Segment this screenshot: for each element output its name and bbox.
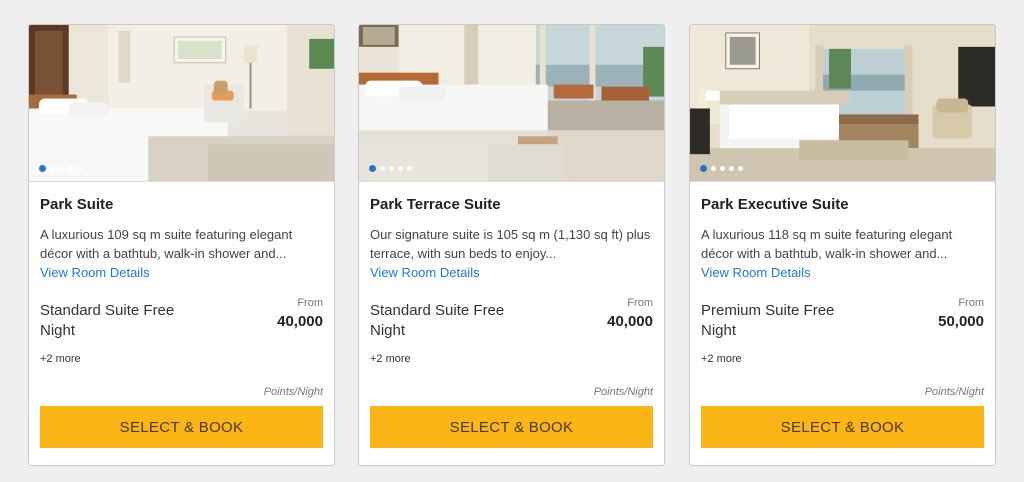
carousel-dot[interactable] [729,166,734,171]
rate-row: Standard Suite Free Night From 40,000 [40,297,323,352]
room-photo-carousel[interactable] [29,25,334,182]
more-rates-link[interactable]: +2 more [701,352,984,366]
view-room-details-link[interactable]: View Room Details [701,263,984,282]
carousel-dot[interactable] [59,166,64,171]
carousel-dots[interactable] [39,165,82,172]
carousel-dots[interactable] [369,165,412,172]
points-per-night-label: Points/Night [593,386,653,398]
room-name: Park Executive Suite [701,196,849,213]
carousel-dot[interactable] [389,166,394,171]
room-name: Park Terrace Suite [370,196,501,213]
carousel-dot[interactable] [39,165,46,172]
carousel-dot[interactable] [738,166,743,171]
view-room-details-link[interactable]: View Room Details [370,263,653,282]
carousel-dot[interactable] [720,166,725,171]
carousel-dot[interactable] [380,166,385,171]
room-description: Our signature suite is 105 sq m (1,130 s… [370,227,651,261]
select-and-book-button[interactable]: SELECT & BOOK [40,406,323,448]
rate-name: Premium Suite Free Night [701,302,835,339]
room-name: Park Suite [40,196,114,213]
carousel-dot[interactable] [369,165,376,172]
room-photo [690,25,995,181]
points-price: 40,000 [277,313,323,330]
room-description: A luxurious 109 sq m suite featuring ele… [40,227,293,261]
room-photo-carousel[interactable] [359,25,664,182]
from-label: From [958,297,984,309]
carousel-dot[interactable] [50,166,55,171]
view-room-details-link[interactable]: View Room Details [40,263,323,282]
room-description: A luxurious 118 sq m suite featuring ele… [701,227,953,261]
carousel-dot[interactable] [77,166,82,171]
more-rates-link[interactable]: +2 more [40,352,323,366]
room-photo [359,25,664,181]
points-price: 40,000 [607,313,653,330]
carousel-dot[interactable] [700,165,707,172]
carousel-dots[interactable] [700,165,743,172]
rate-name: Standard Suite Free Night [40,302,175,339]
rate-name: Standard Suite Free Night [370,302,505,339]
room-card-park-suite: Park Suite A luxurious 109 sq m suite fe… [28,24,335,466]
points-per-night-label: Points/Night [924,386,984,398]
more-rates-link[interactable]: +2 more [370,352,653,366]
room-card-park-executive-suite: Park Executive Suite A luxurious 118 sq … [689,24,996,466]
from-label: From [627,297,653,309]
carousel-dot[interactable] [398,166,403,171]
carousel-dot[interactable] [68,166,73,171]
select-and-book-button[interactable]: SELECT & BOOK [701,406,984,448]
from-label: From [297,297,323,309]
select-and-book-button[interactable]: SELECT & BOOK [370,406,653,448]
room-photo-carousel[interactable] [690,25,995,182]
room-photo [29,25,334,181]
rate-row: Premium Suite Free Night From 50,000 [701,297,984,352]
rate-row: Standard Suite Free Night From 40,000 [370,297,653,352]
points-price: 50,000 [938,313,984,330]
points-per-night-label: Points/Night [263,386,323,398]
carousel-dot[interactable] [407,166,412,171]
carousel-dot[interactable] [711,166,716,171]
room-card-park-terrace-suite: Park Terrace Suite Our signature suite i… [358,24,665,466]
